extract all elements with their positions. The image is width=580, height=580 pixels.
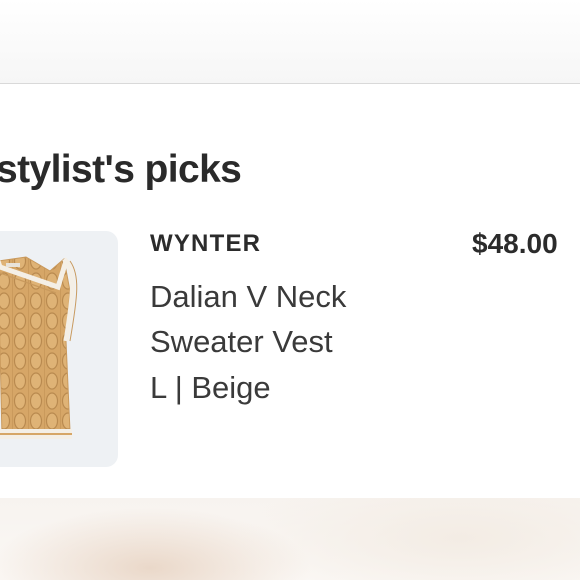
product-name-line1: Dalian V Neck: [150, 279, 347, 314]
sweater-vest-image: [0, 256, 78, 439]
background-blur: [0, 498, 580, 580]
top-area: [0, 0, 580, 84]
app-screen: stylist's picks WYNTER $48.00 Dalian V N…: [0, 0, 580, 580]
product-image[interactable]: [0, 231, 118, 467]
product-variant: L | Beige: [150, 370, 271, 405]
product-price: $48.00: [472, 228, 558, 259]
stylists-picks-card: stylist's picks WYNTER $48.00 Dalian V N…: [0, 84, 580, 498]
product-brand: WYNTER: [150, 230, 262, 257]
section-title: stylist's picks: [0, 148, 242, 191]
product-name-line2: Sweater Vest: [150, 324, 333, 359]
